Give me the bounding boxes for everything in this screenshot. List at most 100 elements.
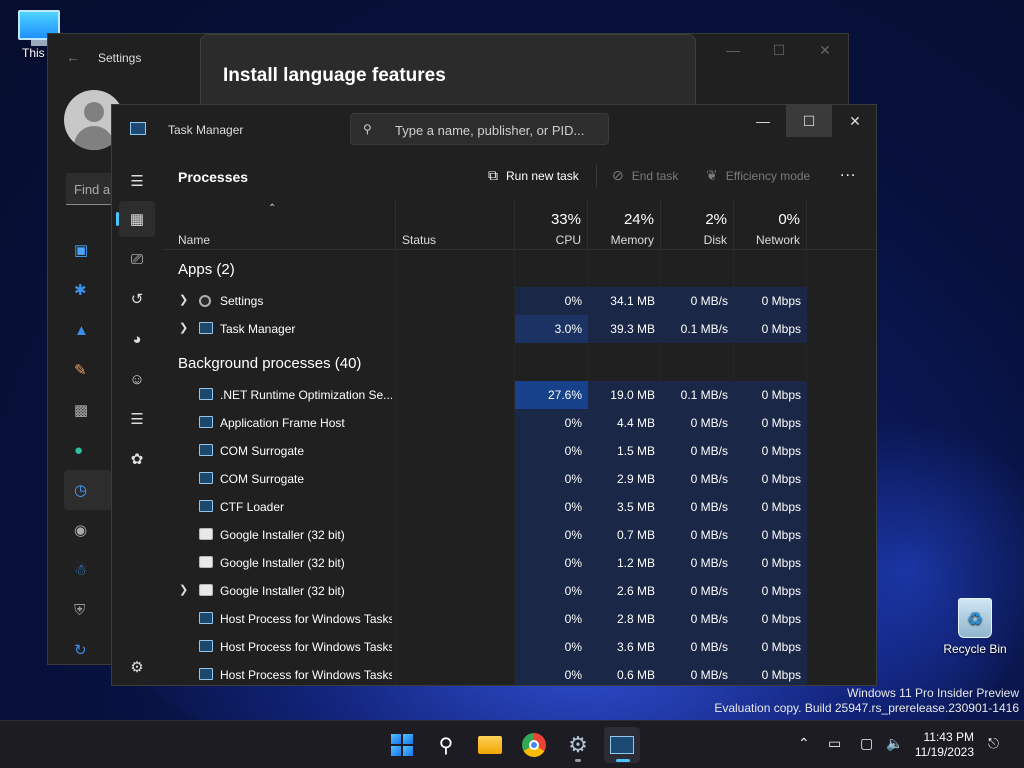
table-row[interactable]: Google Installer (32 bit) 0% 0.7 MB 0 MB/s 0… xyxy=(162,521,876,549)
process-memory-value: 1.2 MB xyxy=(616,556,655,570)
end-task-icon: ⊘ xyxy=(612,167,624,183)
process-cpu-value: 27.6% xyxy=(547,388,582,402)
maximize-icon[interactable]: ☐ xyxy=(786,105,832,137)
maximize-icon[interactable]: ☐ xyxy=(756,34,802,66)
efficiency-mode-label: Efficiency mode xyxy=(725,168,811,183)
privacy-icon[interactable]: ⛨ xyxy=(64,590,112,630)
process-name: Host Process for Windows Tasks xyxy=(220,640,392,654)
more-options-button[interactable]: ... xyxy=(840,163,856,181)
system-icon[interactable]: ▣ xyxy=(64,230,112,270)
table-row[interactable]: ❯ Task Manager 3.0% 39.3 MB 0.1 MB/s 0 Mbps xyxy=(162,315,876,343)
search-input[interactable] xyxy=(395,120,601,140)
start-button[interactable] xyxy=(384,727,420,763)
app-history-icon[interactable]: ↺ xyxy=(119,281,155,317)
run-new-task-label: Run new task xyxy=(506,168,579,183)
minimize-icon[interactable]: — xyxy=(740,105,786,137)
processes-icon[interactable]: ▦ xyxy=(116,201,155,237)
run-new-task-button[interactable]: ⧉ Run new task xyxy=(488,167,579,184)
process-disk-value: 0 MB/s xyxy=(690,612,728,626)
recycle-bin-desktop-icon[interactable]: Recycle Bin xyxy=(940,598,1010,656)
group-header-background: Background processes (40) xyxy=(178,355,362,372)
command-bar: Processes ⧉ Run new task ⊘ End task ❦ Ef… xyxy=(162,153,876,199)
chevron-right-icon[interactable]: ❯ xyxy=(179,293,188,306)
task-manager-taskbar-icon[interactable] xyxy=(604,727,640,763)
column-header-cpu[interactable]: 33% CPU xyxy=(515,199,588,249)
back-arrow-icon[interactable]: ← xyxy=(66,49,80,65)
column-header-status[interactable]: Status xyxy=(396,199,515,249)
hamburger-menu-icon[interactable]: ☰ xyxy=(119,163,155,199)
table-row[interactable]: Host Process for Windows Tasks 0% 3.6 MB 0 … xyxy=(162,633,876,661)
apps-icon[interactable]: ▩ xyxy=(64,390,112,430)
table-row[interactable]: ❯ Google Installer (32 bit) 0% 2.6 MB 0 MB/s… xyxy=(162,577,876,605)
accessibility-icon[interactable]: ☃ xyxy=(64,550,112,590)
process-icon xyxy=(199,612,213,624)
users-icon[interactable]: ☺ xyxy=(119,361,155,397)
minimize-icon[interactable]: — xyxy=(710,34,756,66)
process-memory-value: 2.8 MB xyxy=(616,612,655,626)
clock-time: 11:43 PM xyxy=(923,730,974,744)
table-row[interactable]: Google Installer (32 bit) 0% 1.2 MB 0 MB/s 0… xyxy=(162,549,876,577)
process-name: Google Installer (32 bit) xyxy=(220,528,345,542)
process-disk-value: 0 MB/s xyxy=(690,472,728,486)
chevron-up-icon[interactable]: ⌃ xyxy=(798,735,810,752)
group-header-apps: Apps (2) xyxy=(178,261,235,278)
chevron-right-icon[interactable]: ❯ xyxy=(179,583,188,596)
bluetooth-icon[interactable]: ✱ xyxy=(64,270,112,310)
accounts-icon[interactable]: ● xyxy=(64,430,112,470)
table-row[interactable]: Host Process for Windows Tasks 0% 2.8 MB 0 … xyxy=(162,605,876,633)
process-disk-value: 0.1 MB/s xyxy=(680,322,728,336)
network-disconnected-icon[interactable]: ▭ xyxy=(828,735,841,752)
search-icon[interactable]: ⚲ xyxy=(428,727,464,763)
process-network-value: 0 Mbps xyxy=(761,388,801,402)
gaming-icon[interactable]: ◉ xyxy=(64,510,112,550)
settings-icon[interactable]: ⚙ xyxy=(560,727,596,763)
chrome-icon[interactable] xyxy=(516,727,552,763)
chevron-right-icon[interactable]: ❯ xyxy=(179,321,188,334)
column-header-memory[interactable]: 24% Memory xyxy=(588,199,661,249)
close-icon[interactable]: ✕ xyxy=(832,105,876,137)
process-disk-value: 0.1 MB/s xyxy=(680,388,728,402)
column-header-network[interactable]: 0% Network xyxy=(734,199,807,249)
startup-apps-icon[interactable]: ◕ xyxy=(119,321,155,357)
navigation-rail: ☰ ▦ ⎚ ↺ ◕ ☺ ☰ ✿ ⚙ xyxy=(112,153,162,685)
efficiency-mode-button[interactable]: ❦ Efficiency mode xyxy=(706,167,810,184)
volume-muted-icon[interactable]: 🔈 xyxy=(886,735,903,752)
details-icon[interactable]: ☰ xyxy=(119,401,155,437)
process-network-value: 0 Mbps xyxy=(761,444,801,458)
process-icon xyxy=(199,416,213,428)
column-header-disk[interactable]: 2% Disk xyxy=(661,199,734,249)
process-network-value: 0 Mbps xyxy=(761,612,801,626)
display-icon[interactable]: ▢ xyxy=(860,735,873,752)
services-icon[interactable]: ✿ xyxy=(119,441,155,477)
table-row[interactable]: COM Surrogate 0% 1.5 MB 0 MB/s 0 Mbps xyxy=(162,437,876,465)
process-disk-value: 0 MB/s xyxy=(690,556,728,570)
table-row[interactable]: .NET Runtime Optimization Se... 27.6% 19.0… xyxy=(162,381,876,409)
network-icon[interactable]: ▲ xyxy=(64,310,112,350)
time-language-icon[interactable]: ◷ xyxy=(64,470,112,510)
column-header-name[interactable]: ⌃ Name xyxy=(162,199,396,249)
table-row[interactable]: Host Process for Windows Tasks 0% 0.6 MB 0 … xyxy=(162,661,876,685)
notification-bell-icon[interactable]: ⎋ xyxy=(988,735,999,752)
install-language-features-dialog[interactable]: Install language features xyxy=(200,34,696,106)
task-manager-window[interactable]: Task Manager ⚲ — ☐ ✕ ☰ ▦ ⎚ ↺ ◕ ☺ ☰ ✿ ⚙ P… xyxy=(111,104,877,686)
process-name: Settings xyxy=(220,294,264,308)
table-row[interactable]: ❯ Settings 0% 34.1 MB 0 MB/s 0 Mbps xyxy=(162,287,876,315)
file-explorer-icon[interactable] xyxy=(472,727,508,763)
table-row[interactable]: COM Surrogate 0% 2.9 MB 0 MB/s 0 Mbps xyxy=(162,465,876,493)
process-search-box[interactable]: ⚲ xyxy=(350,113,609,145)
close-icon[interactable]: ✕ xyxy=(802,34,848,66)
process-disk-value: 0 MB/s xyxy=(690,500,728,514)
task-manager-titlebar[interactable]: Task Manager ⚲ — ☐ ✕ xyxy=(112,105,876,153)
table-row[interactable]: CTF Loader 0% 3.5 MB 0 MB/s 0 Mbps xyxy=(162,493,876,521)
performance-icon[interactable]: ⎚ xyxy=(119,241,155,277)
windows-update-icon[interactable]: ↻ xyxy=(64,630,112,670)
table-row[interactable]: Application Frame Host 0% 4.4 MB 0 MB/s 0 Mb… xyxy=(162,409,876,437)
settings-gear-icon[interactable]: ⚙ xyxy=(119,649,155,685)
process-network-value: 0 Mbps xyxy=(761,668,801,682)
end-task-button[interactable]: ⊘ End task xyxy=(612,167,678,184)
start-icon xyxy=(391,734,413,756)
clock[interactable]: 11:43 PM 11/19/2023 xyxy=(915,730,974,760)
evaluation-watermark: Windows 11 Pro Insider Preview Evaluatio… xyxy=(714,686,1019,716)
process-disk-value: 0 MB/s xyxy=(690,294,728,308)
personalization-icon[interactable]: ✎ xyxy=(64,350,112,390)
